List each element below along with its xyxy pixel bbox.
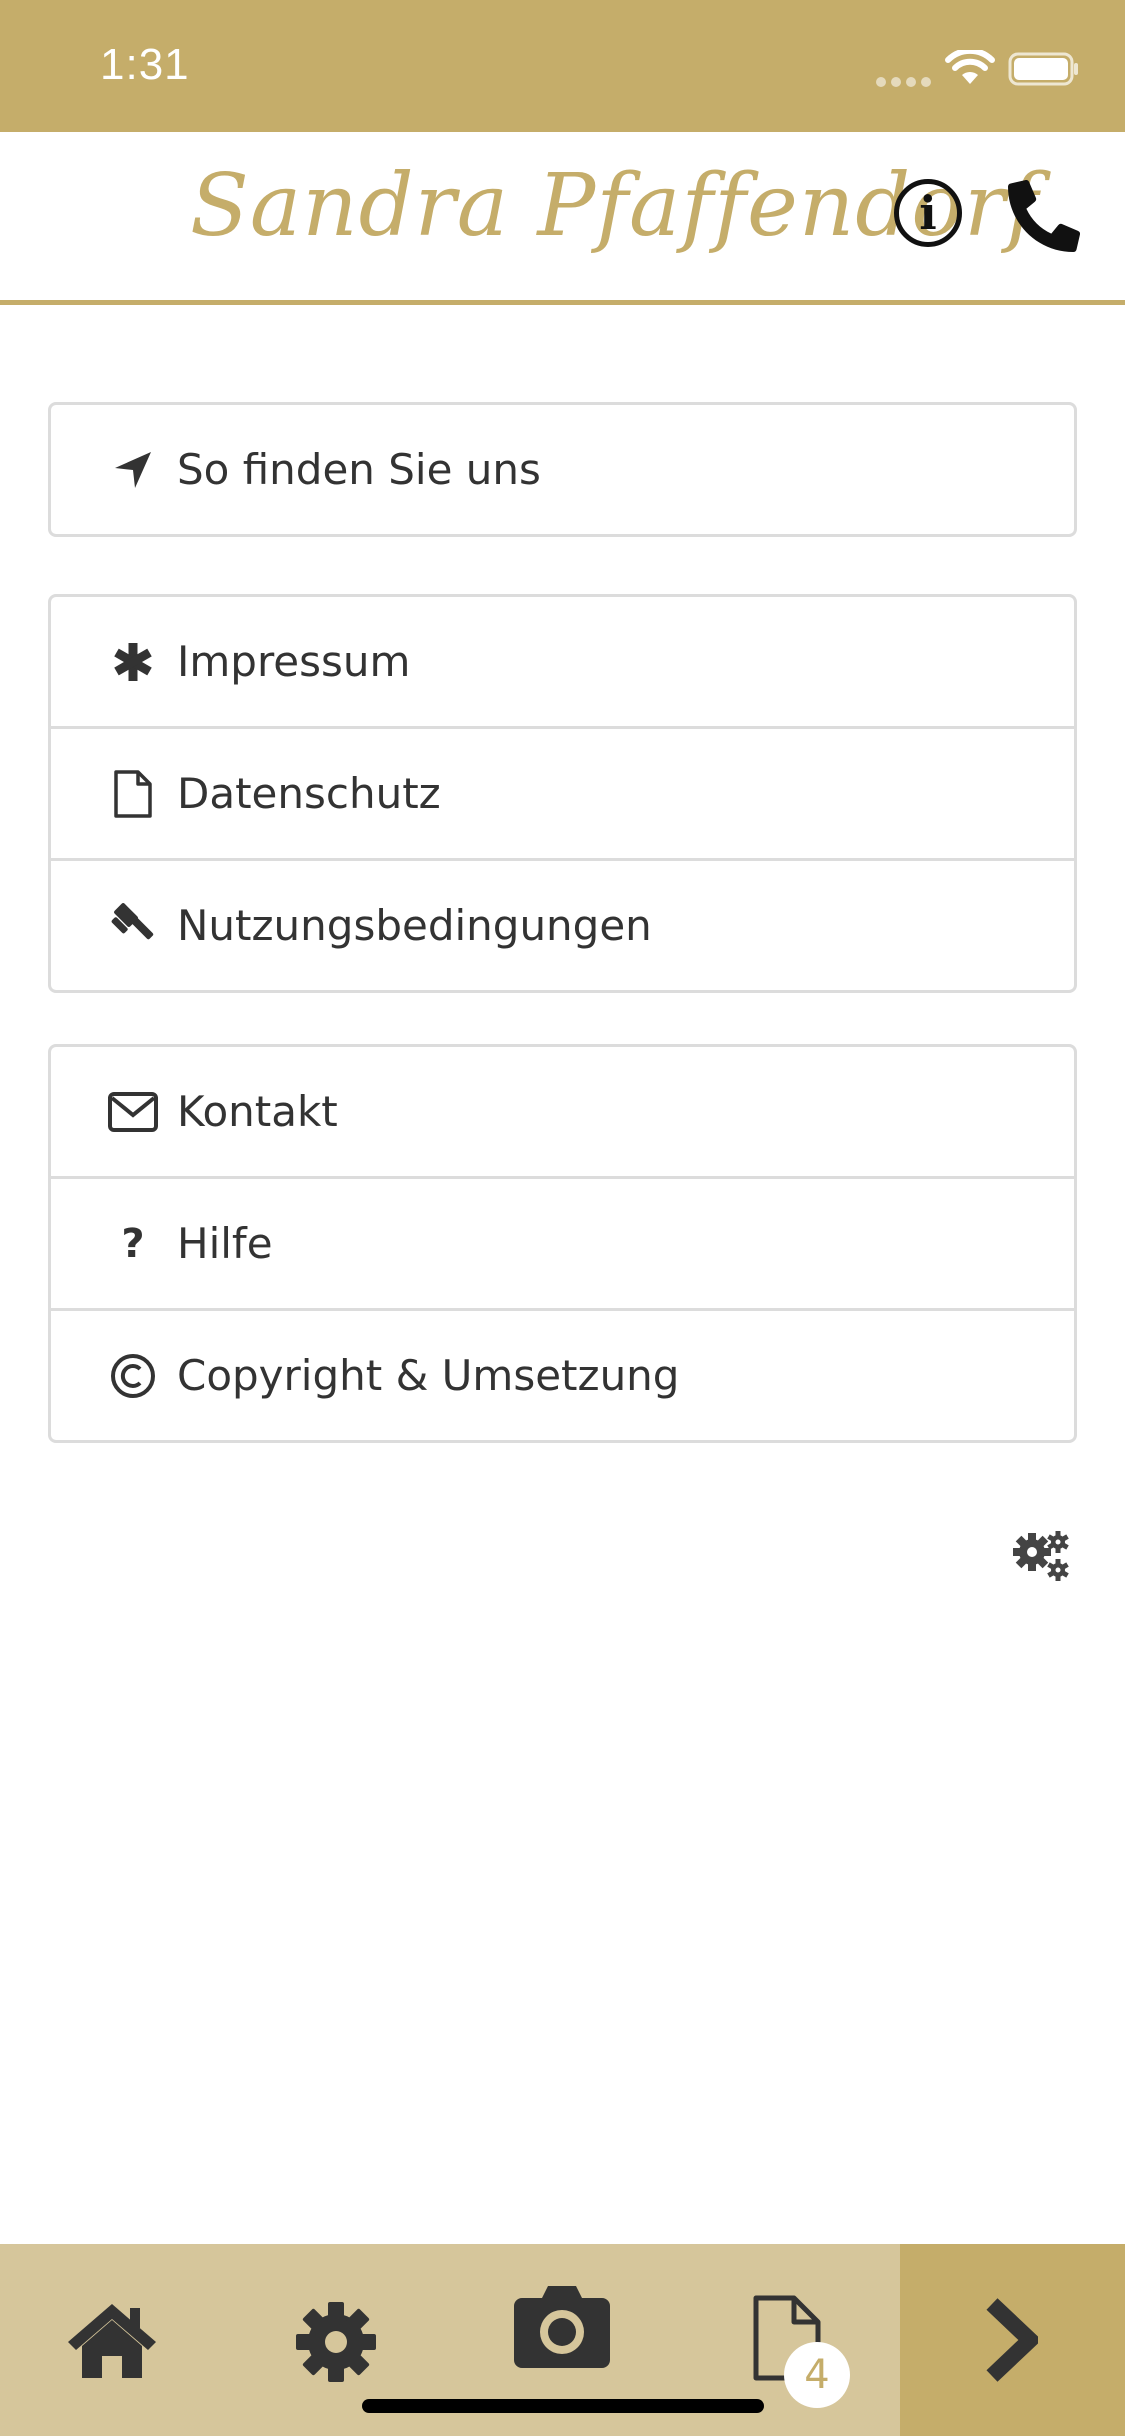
battery-icon: [1008, 52, 1078, 86]
settings-gears-icon[interactable]: [1012, 1530, 1072, 1586]
phone-icon[interactable]: [1008, 180, 1080, 252]
question-icon: ?: [121, 1220, 145, 1267]
menu-item-kontakt[interactable]: Kontakt: [51, 1047, 1074, 1179]
notification-badge: 4: [784, 2342, 850, 2408]
menu-item-impressum[interactable]: Impressum: [51, 597, 1074, 729]
wifi-icon: [945, 50, 995, 84]
status-bar: 1:31: [0, 0, 1125, 132]
copyright-icon: [103, 1346, 163, 1406]
signal-icon: [876, 74, 936, 92]
menu-item-hilfe[interactable]: ? Hilfe: [51, 1179, 1074, 1311]
info-icon: i: [919, 186, 937, 240]
menu-item-label: Impressum: [177, 637, 411, 686]
menu-item-label: Nutzungsbedingungen: [177, 901, 652, 950]
info-button[interactable]: i: [894, 179, 962, 247]
chevron-right-icon: [986, 2298, 1038, 2382]
home-indicator: [362, 2399, 764, 2413]
menu-item-label: So finden Sie uns: [177, 445, 541, 494]
menu-item-directions[interactable]: So finden Sie uns: [51, 405, 1074, 534]
home-icon[interactable]: [66, 2300, 158, 2380]
menu-item-datenschutz[interactable]: Datenschutz: [51, 729, 1074, 861]
status-time: 1:31: [100, 40, 190, 89]
next-button[interactable]: [900, 2244, 1125, 2436]
menu-group-location: So finden Sie uns: [48, 402, 1077, 537]
gavel-icon: [103, 896, 163, 956]
location-arrow-icon: [103, 440, 163, 500]
menu-item-copyright[interactable]: Copyright & Umsetzung: [51, 1311, 1074, 1440]
menu-item-label: Kontakt: [177, 1087, 338, 1136]
asterisk-icon: [103, 632, 163, 692]
gear-icon[interactable]: [294, 2300, 378, 2384]
menu-group-legal: Impressum Datenschutz Nutzungsbedingunge…: [48, 594, 1077, 993]
menu-item-nutzungsbedingungen[interactable]: Nutzungsbedingungen: [51, 861, 1074, 990]
menu-item-label: Copyright & Umsetzung: [177, 1351, 680, 1400]
document-icon: [103, 764, 163, 824]
camera-icon[interactable]: [512, 2284, 612, 2370]
menu-group-support: Kontakt ? Hilfe Copyright & Umsetzung: [48, 1044, 1077, 1443]
envelope-icon: [103, 1082, 163, 1142]
app-header: Sandra Pfaffendorf i: [0, 132, 1125, 305]
menu-item-label: Datenschutz: [177, 769, 441, 818]
menu-item-label: Hilfe: [177, 1219, 273, 1268]
